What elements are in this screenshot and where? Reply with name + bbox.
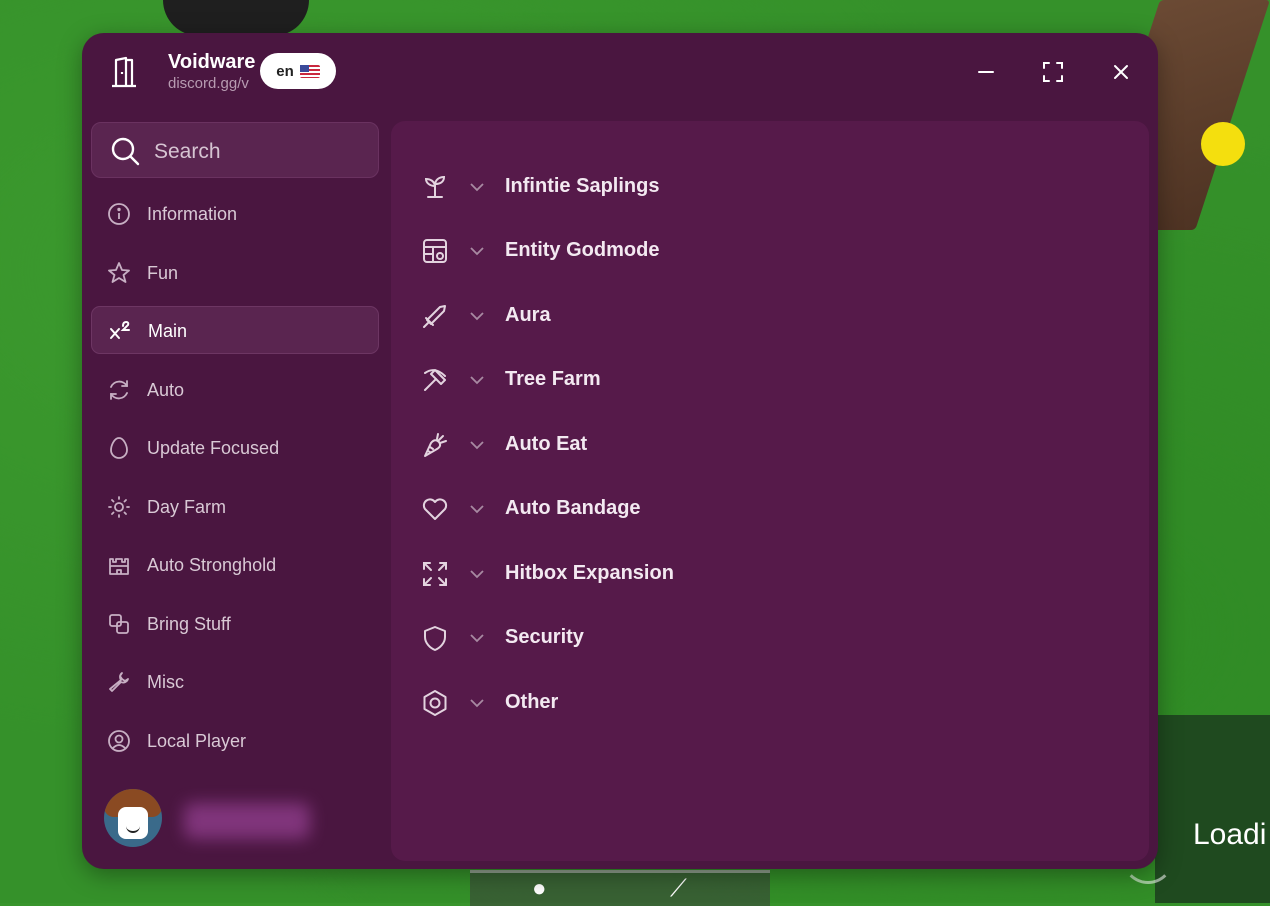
refresh-icon: [107, 378, 131, 402]
pickaxe-icon: [421, 366, 449, 394]
chevron-down-icon[interactable]: [469, 245, 485, 257]
search-placeholder: Search: [154, 140, 221, 163]
heart-icon: [421, 495, 449, 523]
axe-icon[interactable]: ⟋: [670, 875, 687, 903]
layout-icon: [421, 237, 449, 265]
app-title: Voidware: [168, 51, 256, 73]
sidebar-item-label: Local Player: [147, 731, 247, 751]
castle-icon: [107, 553, 131, 577]
wrench-icon: [107, 670, 131, 694]
user-circle-icon: [107, 729, 131, 753]
link-squares-icon: [107, 612, 131, 636]
expand-icon: [421, 560, 449, 588]
section-tree-farm[interactable]: Tree Farm: [391, 354, 1149, 406]
sidebar-item-label: Information: [147, 204, 238, 224]
section-infinite-saplings[interactable]: Infintie Saplings: [391, 161, 1149, 213]
chevron-down-icon[interactable]: [469, 632, 485, 644]
search-input[interactable]: Search: [91, 122, 379, 178]
sidebar-item-update-focused[interactable]: Update Focused: [91, 424, 379, 472]
sidebar-item-information[interactable]: Information: [91, 190, 379, 238]
section-label: Security: [505, 626, 584, 648]
sidebar-item-main[interactable]: Main: [91, 306, 379, 354]
sidebar-item-auto-stronghold[interactable]: Auto Stronghold: [91, 541, 379, 589]
voidware-window: Voidware discord.gg/v en Search Informat…: [82, 33, 1158, 869]
search-icon: [111, 137, 140, 166]
minimize-button[interactable]: [969, 55, 1003, 89]
bag-icon[interactable]: ●: [532, 875, 547, 903]
chevron-down-icon[interactable]: [469, 374, 485, 386]
sidebar-item-label: Update Focused: [147, 438, 280, 458]
chevron-down-icon[interactable]: [469, 181, 485, 193]
sidebar-item-label: Day Farm: [147, 497, 227, 517]
loading-text: Loadi: [1193, 818, 1267, 851]
star-icon: [107, 261, 131, 285]
us-flag-icon: [299, 64, 320, 78]
info-icon: [107, 202, 131, 226]
maximize-button[interactable]: [1036, 55, 1070, 89]
shield-icon: [421, 624, 449, 652]
sidebar-item-label: Fun: [147, 263, 179, 283]
yellow-indicator: [1201, 122, 1245, 166]
chevron-down-icon[interactable]: [469, 439, 485, 451]
sidebar-item-bring-stuff[interactable]: Bring Stuff: [91, 600, 379, 648]
titlebar[interactable]: Voidware discord.gg/v en: [82, 33, 1158, 113]
section-other[interactable]: Other: [391, 677, 1149, 729]
egg-icon: [107, 436, 131, 460]
sidebar-item-label: Bring Stuff: [147, 614, 231, 634]
hotbar[interactable]: ● ⟋: [470, 870, 770, 906]
discord-link[interactable]: discord.gg/v: [168, 75, 249, 92]
sword-icon: [421, 302, 449, 330]
chevron-down-icon[interactable]: [469, 503, 485, 515]
player-avatar-top: [163, 0, 309, 36]
section-label: Infintie Saplings: [505, 175, 660, 197]
section-hitbox-expansion[interactable]: Hitbox Expansion: [391, 548, 1149, 600]
sidebar-item-label: Auto: [147, 380, 185, 400]
section-auto-bandage[interactable]: Auto Bandage: [391, 483, 1149, 535]
door-icon: [108, 55, 140, 89]
section-security[interactable]: Security: [391, 612, 1149, 664]
section-label: Entity Godmode: [505, 239, 660, 261]
section-aura[interactable]: Aura: [391, 290, 1149, 342]
sidebar-item-day-farm[interactable]: Day Farm: [91, 483, 379, 531]
close-icon: [1114, 65, 1128, 79]
close-button[interactable]: [1104, 55, 1138, 89]
chevron-down-icon[interactable]: [469, 310, 485, 322]
username-redacted: [184, 803, 310, 839]
language-code: en: [276, 62, 294, 80]
section-entity-godmode[interactable]: Entity Godmode: [391, 225, 1149, 277]
sidebar-item-fun[interactable]: Fun: [91, 249, 379, 297]
sidebar-item-label: Main: [148, 321, 188, 341]
language-selector[interactable]: en: [260, 53, 336, 89]
section-label: Aura: [505, 304, 551, 326]
superscript-icon: [108, 319, 132, 343]
section-label: Hitbox Expansion: [505, 562, 674, 584]
section-auto-eat[interactable]: Auto Eat: [391, 419, 1149, 471]
sidebar-item-label: Misc: [147, 672, 184, 692]
chevron-down-icon[interactable]: [469, 568, 485, 580]
sprout-icon: [421, 173, 449, 201]
section-label: Auto Bandage: [505, 497, 641, 519]
section-label: Other: [505, 691, 559, 713]
carrot-icon: [421, 431, 449, 459]
chevron-down-icon[interactable]: [469, 697, 485, 709]
avatar[interactable]: [104, 789, 162, 847]
hexagon-icon: [421, 689, 449, 717]
sidebar-item-local-player[interactable]: Local Player: [91, 717, 379, 765]
section-label: Tree Farm: [505, 368, 601, 390]
maximize-icon: [1043, 62, 1063, 82]
section-label: Auto Eat: [505, 433, 588, 455]
sidebar-item-misc[interactable]: Misc: [91, 658, 379, 706]
sidebar-item-label: Auto Stronghold: [147, 555, 277, 575]
sidebar-item-auto[interactable]: Auto: [91, 366, 379, 414]
sun-icon: [107, 495, 131, 519]
main-content: Infintie Saplings Entity Godmode Aura Tr…: [391, 121, 1149, 861]
loading-panel: [1155, 715, 1270, 903]
minimize-icon: [978, 71, 994, 73]
